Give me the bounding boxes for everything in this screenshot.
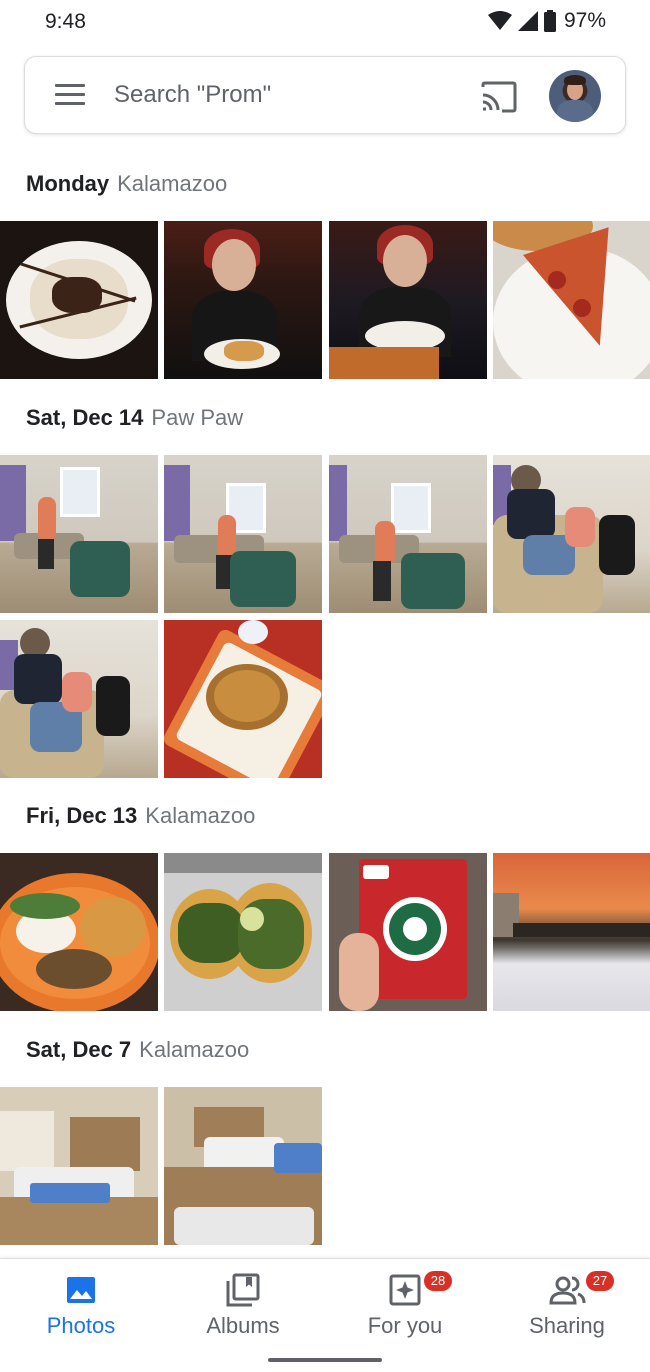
photo-thumbnail[interactable] — [329, 221, 487, 379]
section-header: Monday Kalamazoo — [26, 171, 227, 197]
photo-thumbnail[interactable] — [0, 1087, 158, 1245]
nav-albums[interactable]: Albums — [162, 1259, 324, 1349]
nav-for-you[interactable]: 28 For you — [324, 1259, 486, 1349]
section-location: Kalamazoo — [145, 803, 256, 828]
bottom-navigation: Photos Albums 28 For you 27 Sharing — [0, 1258, 650, 1372]
section-header: Sat, Dec 14 Paw Paw — [26, 405, 243, 431]
nav-label: Sharing — [529, 1313, 605, 1338]
wifi-icon — [487, 11, 512, 30]
status-bar: 9:48 97% — [0, 0, 650, 46]
avatar[interactable] — [549, 70, 601, 122]
nav-label: Photos — [46, 1313, 116, 1338]
photo-thumbnail[interactable] — [164, 1087, 322, 1245]
photo-thumbnail[interactable] — [164, 853, 322, 1011]
status-icons: 97% — [487, 9, 606, 33]
photo-thumbnail[interactable] — [493, 455, 650, 613]
cell-signal-icon — [517, 11, 538, 31]
nav-label: For you — [367, 1313, 443, 1338]
photo-thumbnail[interactable] — [493, 221, 650, 379]
photo-thumbnail[interactable] — [0, 620, 158, 778]
photo-thumbnail[interactable] — [329, 853, 487, 1011]
battery-icon — [543, 10, 556, 32]
photo-thumbnail[interactable] — [0, 455, 158, 613]
section-header: Fri, Dec 13 Kalamazoo — [26, 803, 255, 829]
notification-badge: 28 — [424, 1271, 452, 1291]
section-header: Sat, Dec 7 Kalamazoo — [26, 1037, 249, 1063]
sharing-icon — [549, 1276, 586, 1305]
status-time: 9:48 — [45, 10, 86, 33]
notification-badge: 27 — [586, 1271, 614, 1291]
battery-percent: 97% — [563, 9, 606, 32]
photo-icon — [67, 1277, 95, 1303]
nav-sharing[interactable]: 27 Sharing — [486, 1259, 648, 1349]
photo-thumbnail[interactable] — [0, 853, 158, 1011]
section-date: Fri, Dec 13 — [26, 803, 138, 828]
section-location: Kalamazoo — [117, 171, 228, 196]
nav-photos[interactable]: Photos — [0, 1259, 162, 1349]
nav-label: Albums — [206, 1313, 280, 1338]
section-date: Sat, Dec 7 — [26, 1037, 132, 1062]
section-location: Paw Paw — [151, 405, 244, 430]
search-bar[interactable]: Search "Prom" — [24, 56, 626, 134]
for-you-icon — [389, 1274, 421, 1306]
photo-thumbnail[interactable] — [0, 221, 158, 379]
search-input[interactable]: Search "Prom" — [114, 81, 271, 109]
photo-thumbnail[interactable] — [164, 455, 322, 613]
section-date: Sat, Dec 14 — [26, 405, 144, 430]
section-location: Kalamazoo — [139, 1037, 250, 1062]
photo-thumbnail[interactable] — [164, 221, 322, 379]
gesture-bar[interactable] — [268, 1358, 382, 1362]
menu-icon[interactable] — [55, 84, 85, 108]
photo-thumbnail[interactable] — [164, 620, 322, 778]
photo-thumbnail[interactable] — [329, 455, 487, 613]
photo-thumbnail[interactable] — [493, 853, 650, 1011]
section-date: Monday — [26, 171, 110, 196]
albums-icon — [226, 1273, 260, 1307]
cast-icon[interactable] — [480, 81, 518, 113]
